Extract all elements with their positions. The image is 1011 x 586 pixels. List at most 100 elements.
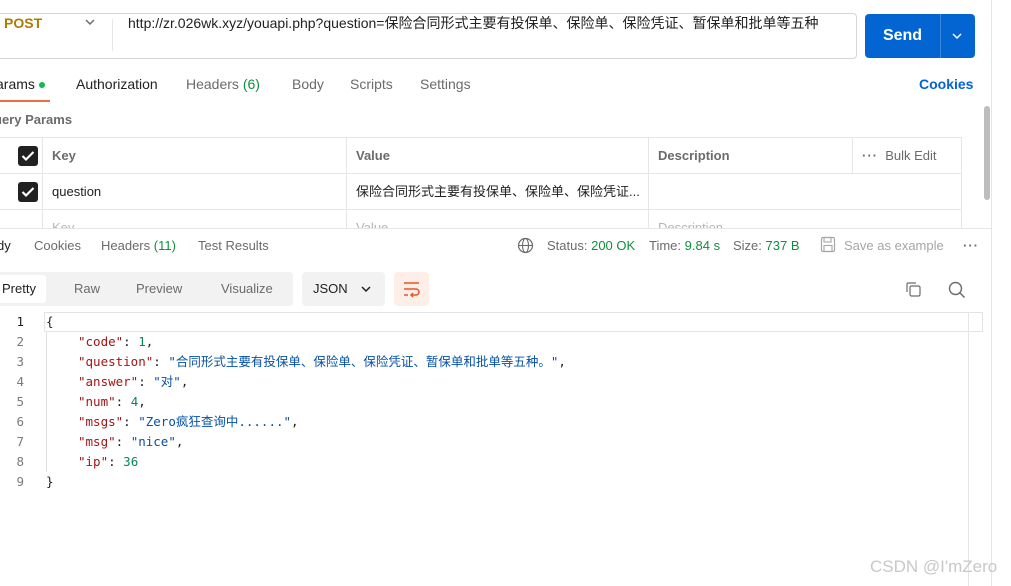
chevron-down-icon [361, 286, 371, 293]
line-number: 3 [16, 354, 24, 369]
tab-response-headers-label: Headers [101, 238, 151, 253]
watermark: CSDN @I'mZero [870, 557, 998, 576]
size-label: Size: [733, 238, 762, 253]
table-row-placeholder: Key Value Description [0, 210, 962, 228]
json-value: 36 [123, 454, 139, 469]
globe-icon[interactable] [517, 237, 534, 254]
column-divider [961, 138, 962, 228]
status-indicator[interactable]: Status: 200 OK [547, 238, 635, 253]
tab-test-results[interactable]: Test Results [198, 238, 269, 253]
json-key: "msgs" [78, 414, 124, 429]
line-number: 6 [16, 414, 24, 429]
json-comma: , [180, 374, 189, 389]
column-divider [42, 138, 43, 228]
language-select[interactable]: JSON [302, 272, 385, 306]
status-value: 200 OK [591, 238, 636, 253]
bulk-edit-button[interactable]: ··· Bulk Edit [852, 138, 962, 174]
search-icon[interactable] [948, 281, 966, 299]
headers-count: (6) [242, 76, 260, 92]
row-enabled-checkbox[interactable] [18, 182, 38, 202]
cookies-link[interactable]: Cookies [919, 76, 973, 92]
json-comma: , [145, 334, 154, 349]
editor-gutter-line [968, 312, 969, 586]
json-open-brace: { [46, 314, 54, 329]
response-body-editor[interactable]: 1{ 2 "code": 1, 3 "question": "合同形式主要有投保单、… [0, 312, 969, 586]
new-key-input[interactable]: Key [42, 210, 346, 228]
view-pretty[interactable]: Pretty [0, 275, 46, 303]
send-button[interactable]: Send [865, 14, 975, 58]
wrap-icon [404, 282, 420, 298]
tab-response-body[interactable]: dy [0, 238, 11, 253]
tab-body[interactable]: Body [292, 76, 324, 92]
more-options-icon[interactable]: ··· [963, 238, 979, 253]
bulk-edit-label: Bulk Edit [885, 148, 937, 163]
json-value: 1 [138, 334, 146, 349]
copy-icon[interactable] [905, 281, 922, 298]
json-key: "ip" [78, 454, 109, 469]
tab-headers[interactable]: Headers (6) [186, 76, 260, 92]
column-divider [346, 138, 347, 228]
method-selector[interactable]: POST [4, 15, 42, 31]
json-value: "nice" [130, 434, 176, 449]
param-value-cell[interactable]: 保险合同形式主要有投保单、保险单、保险凭证... [346, 174, 648, 210]
select-all-checkbox[interactable] [18, 146, 38, 166]
tab-headers-label: Headers [186, 76, 239, 92]
save-as-example-button[interactable]: Save as example [844, 238, 944, 253]
check-icon [21, 187, 35, 198]
line-number: 1 [16, 314, 24, 329]
param-description-cell[interactable] [648, 174, 962, 210]
column-divider [648, 138, 649, 228]
tab-scripts[interactable]: Scripts [350, 76, 393, 92]
json-comma: , [291, 414, 299, 429]
more-horizontal-icon: ··· [862, 148, 878, 163]
line-number: 2 [16, 334, 24, 349]
json-value: "Zero疯狂查询中......" [138, 414, 292, 429]
json-close-brace: } [46, 474, 54, 489]
size-indicator[interactable]: Size: 737 B [733, 238, 800, 253]
save-icon[interactable] [820, 236, 836, 253]
active-tab-underline [0, 100, 50, 102]
param-key-cell[interactable]: question [42, 174, 346, 210]
url-input[interactable]: http://zr.026wk.xyz/youapi.php?question=… [128, 13, 818, 33]
json-value: "合同形式主要有投保单、保险单、保险凭证、暂保单和批单等五种。" [168, 354, 559, 369]
json-comma: , [558, 354, 566, 369]
tab-settings[interactable]: Settings [420, 76, 471, 92]
time-indicator[interactable]: Time: 9.84 s [649, 238, 720, 253]
tab-authorization[interactable]: Authorization [76, 76, 158, 92]
view-visualize[interactable]: Visualize [221, 272, 273, 306]
query-params-table: Key Value Description ··· Bulk Edit ques… [0, 137, 962, 228]
query-params-title: uery Params [0, 112, 73, 127]
json-key: "num" [78, 394, 116, 409]
tab-params[interactable]: arams [0, 76, 45, 92]
new-value-input[interactable]: Value [346, 210, 648, 228]
line-number: 8 [16, 454, 24, 469]
response-headers-count: (11) [153, 238, 176, 253]
params-active-dot [38, 82, 45, 89]
send-label[interactable]: Send [865, 14, 940, 58]
json-comma: , [138, 394, 146, 409]
status-label: Status: [547, 238, 588, 253]
time-value: 9.84 s [684, 238, 721, 253]
response-divider [0, 228, 991, 229]
json-key: "answer" [78, 374, 139, 389]
chevron-down-icon[interactable] [949, 28, 965, 44]
pane-border [991, 0, 992, 586]
line-number: 5 [16, 394, 24, 409]
line-number: 4 [16, 374, 24, 389]
table-row: question 保险合同形式主要有投保单、保险单、保险凭证... [0, 174, 962, 210]
tab-response-headers[interactable]: Headers (11) [101, 238, 176, 253]
wrap-lines-button[interactable] [394, 272, 429, 306]
value-column-header: Value [356, 148, 390, 163]
json-value: "对" [153, 374, 181, 389]
key-column-header: Key [52, 148, 76, 163]
tab-response-cookies[interactable]: Cookies [34, 238, 81, 253]
view-preview[interactable]: Preview [136, 272, 182, 306]
chevron-down-icon[interactable] [82, 14, 98, 30]
scrollbar-thumb[interactable] [984, 106, 990, 200]
language-label: JSON [313, 281, 348, 296]
description-column-header: Description [658, 148, 730, 163]
view-raw[interactable]: Raw [74, 272, 100, 306]
json-key: "question" [78, 354, 154, 369]
new-description-input[interactable]: Description [648, 210, 962, 228]
json-key: "code" [78, 334, 124, 349]
